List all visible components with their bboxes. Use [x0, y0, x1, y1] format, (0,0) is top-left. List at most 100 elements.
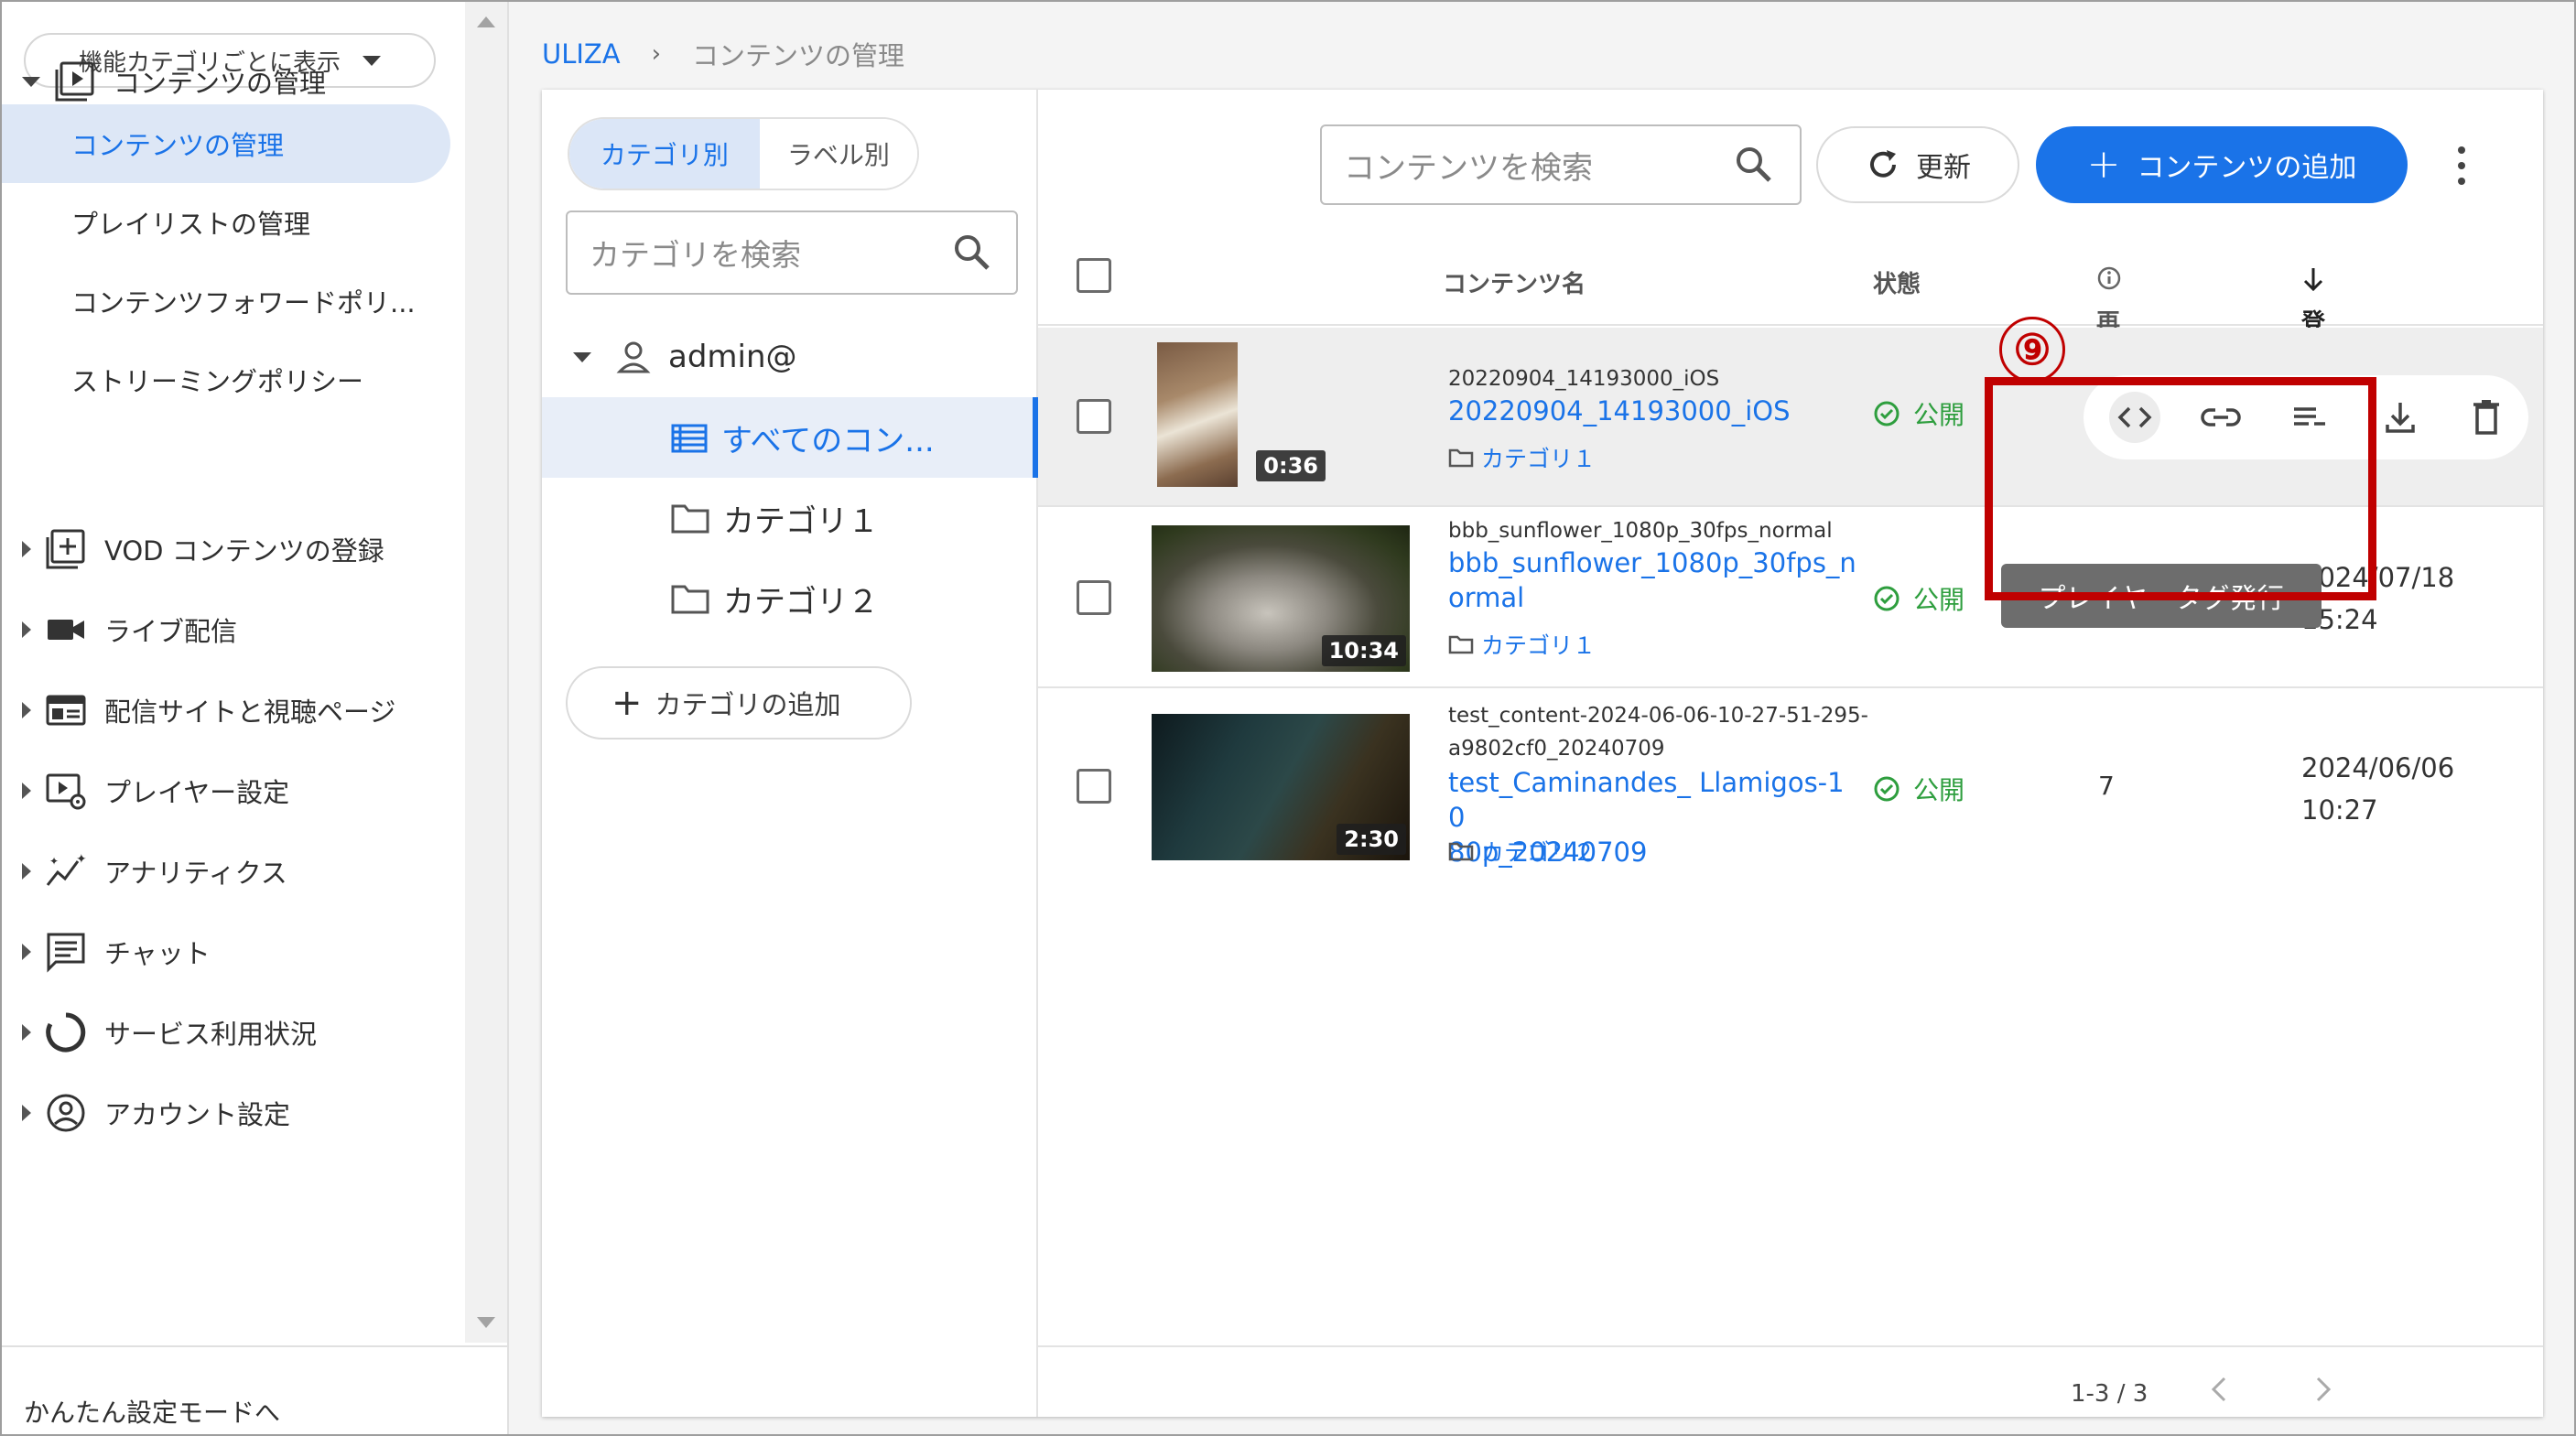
column-header-plays[interactable]: 再生回数	[2096, 265, 2122, 438]
list-icon	[670, 418, 709, 457]
more-vert-icon[interactable]	[2448, 143, 2475, 189]
person-icon	[615, 339, 652, 375]
easy-setup-link[interactable]: かんたん設定モードへ	[2, 1345, 509, 1436]
nav-section-label: ライブ配信	[104, 616, 238, 647]
sidebar-scrollbar[interactable]	[465, 2, 507, 1343]
content-category-link[interactable]: カテゴリ１	[1448, 628, 1596, 661]
content-name-link[interactable]: bbb_sunflower_1080p_30fps_normal	[1448, 545, 1860, 615]
chat-icon	[44, 930, 88, 974]
nav-section-player[interactable]: プレイヤー設定	[2, 750, 467, 831]
folder-icon	[670, 580, 710, 617]
sidebar-item-playlist[interactable]: プレイリストの管理	[2, 183, 450, 262]
download-icon[interactable]	[2375, 392, 2426, 443]
videocam-icon	[44, 608, 88, 652]
add-box-icon	[44, 527, 88, 571]
status-badge: 公開	[1873, 395, 1964, 432]
expand-right-icon	[22, 621, 31, 638]
breadcrumb-current: コンテンツの管理	[692, 40, 905, 71]
plus-icon: +	[612, 682, 643, 724]
tree-item-label: カテゴリ１	[723, 502, 879, 540]
row-checkbox[interactable]	[1077, 769, 1111, 804]
content-id: bbb_sunflower_1080p_30fps_normal	[1448, 519, 1833, 543]
table-header: コンテンツ名 状態 再生回数 登録日時	[1038, 227, 2543, 438]
expand-down-icon[interactable]	[573, 351, 591, 362]
scroll-down-icon[interactable]	[477, 1317, 495, 1328]
nav-section-chat[interactable]: チャット	[2, 912, 467, 992]
content-search-input[interactable]: コンテンツを検索	[1320, 124, 1802, 205]
content-name-line2: ormal	[1448, 582, 1525, 613]
tree-root-admin[interactable]: admin@	[542, 317, 1038, 397]
content-id-line1: test_content-2024-06-06-10-27-51-295-	[1448, 704, 1868, 728]
prev-page-icon[interactable]	[2206, 1371, 2234, 1408]
table-row[interactable]: 2:30 test_content-2024-06-06-10-27-51-29…	[1038, 690, 2543, 888]
column-header-status[interactable]: 状態	[1873, 265, 1921, 299]
status-badge: 公開	[1873, 580, 1964, 617]
tree-item-category-1[interactable]: カテゴリ１	[542, 478, 1038, 558]
category-label: カテゴリ１	[1481, 446, 1596, 472]
main-area: ULIZA › コンテンツの管理 カテゴリ別 ラベル別 カテゴリを検索 admi…	[509, 2, 2574, 1434]
add-category-button[interactable]: + カテゴリの追加	[566, 666, 912, 740]
category-search-placeholder: カテゴリを検索	[590, 237, 801, 273]
content-id-line2: a9802cf0_20240709	[1448, 737, 1665, 761]
arrow-down-icon	[2303, 268, 2323, 292]
tree-item-category-2[interactable]: カテゴリ２	[542, 558, 1038, 639]
folder-icon	[1448, 842, 1474, 861]
content-category-link[interactable]: カテゴリ２	[1448, 835, 1596, 868]
info-icon[interactable]	[2096, 265, 2122, 291]
expand-right-icon	[22, 541, 31, 557]
select-all-checkbox[interactable]	[1077, 258, 1111, 293]
folder-icon	[1448, 448, 1474, 468]
duration-badge: 10:34	[1321, 635, 1406, 666]
refresh-button[interactable]: 更新	[1816, 126, 2019, 203]
folder-icon	[670, 500, 710, 536]
date-value: 2024/06/06	[2301, 752, 2455, 783]
expand-right-icon	[22, 1024, 31, 1041]
tree-root-label: admin@	[668, 339, 797, 375]
add-content-button[interactable]: + コンテンツの追加	[2036, 126, 2408, 203]
scroll-up-icon[interactable]	[477, 16, 495, 27]
category-search-input[interactable]: カテゴリを検索	[566, 211, 1018, 295]
nav-section-live[interactable]: ライブ配信	[2, 589, 467, 670]
nav-section-sites[interactable]: 配信サイトと視聴ページ	[2, 670, 467, 750]
tab-by-label[interactable]: ラベル別	[759, 119, 917, 189]
pagination-range: 1-3 / 3	[2071, 1380, 2148, 1408]
next-page-icon[interactable]	[2309, 1371, 2336, 1408]
nav-section-account[interactable]: アカウント設定	[2, 1073, 467, 1153]
category-label: カテゴリ２	[1481, 839, 1596, 866]
plus-icon: +	[2086, 141, 2121, 188]
content-name-link[interactable]: 20220904_14193000_iOS	[1448, 394, 1860, 428]
registered-date: 2024/06/06 10:27	[2301, 747, 2454, 831]
nav-section-label: コンテンツの管理	[114, 68, 327, 99]
web-page-icon	[44, 688, 88, 732]
status-label: 公開	[1913, 775, 1965, 805]
category-view-toggle: カテゴリ別 ラベル別	[568, 117, 919, 190]
video-thumbnail[interactable]: 10:34	[1152, 525, 1410, 672]
account-circle-icon	[44, 1091, 88, 1135]
tab-by-category[interactable]: カテゴリ別	[569, 119, 760, 189]
sidebar-item-label: コンテンツの管理	[71, 130, 285, 161]
search-icon[interactable]	[952, 232, 992, 280]
content-name-line1: bbb_sunflower_1080p_30fps_n	[1448, 547, 1856, 578]
easy-setup-label: かんたん設定モードへ	[24, 1398, 281, 1428]
sidebar-item-streaming-policy[interactable]: ストリーミングポリシー	[2, 340, 450, 419]
delete-icon[interactable]	[2461, 392, 2512, 443]
table-footer-divider	[1038, 1345, 2543, 1347]
column-header-registered[interactable]: 登録日時	[2301, 265, 2325, 438]
nav-section-analytics[interactable]: ✦ ✦ アナリティクス	[2, 831, 467, 912]
row-checkbox[interactable]	[1077, 580, 1111, 615]
nav-section-vod-registration[interactable]: VOD コンテンツの登録	[2, 509, 467, 589]
content-category-link[interactable]: カテゴリ１	[1448, 441, 1596, 474]
nav-section-usage[interactable]: サービス利用状況	[2, 992, 467, 1073]
expand-right-icon	[22, 783, 31, 799]
row-checkbox[interactable]	[1077, 399, 1111, 434]
sidebar-item-content-management[interactable]: コンテンツの管理	[2, 104, 450, 183]
time-value: 10:27	[2301, 794, 2378, 826]
column-header-name[interactable]: コンテンツ名	[1443, 265, 1586, 299]
content-card: カテゴリ別 ラベル別 カテゴリを検索 admin@ すべてのコン... カテゴリ…	[542, 90, 2543, 1417]
tree-item-label: カテゴリ２	[723, 583, 879, 621]
search-icon[interactable]	[1734, 145, 1774, 193]
video-thumbnail[interactable]: 2:30	[1152, 714, 1410, 860]
nav-section-label: VOD コンテンツの登録	[104, 535, 384, 567]
breadcrumb-root[interactable]: ULIZA	[542, 38, 621, 70]
tree-item-all-contents[interactable]: すべてのコン...	[542, 397, 1038, 478]
